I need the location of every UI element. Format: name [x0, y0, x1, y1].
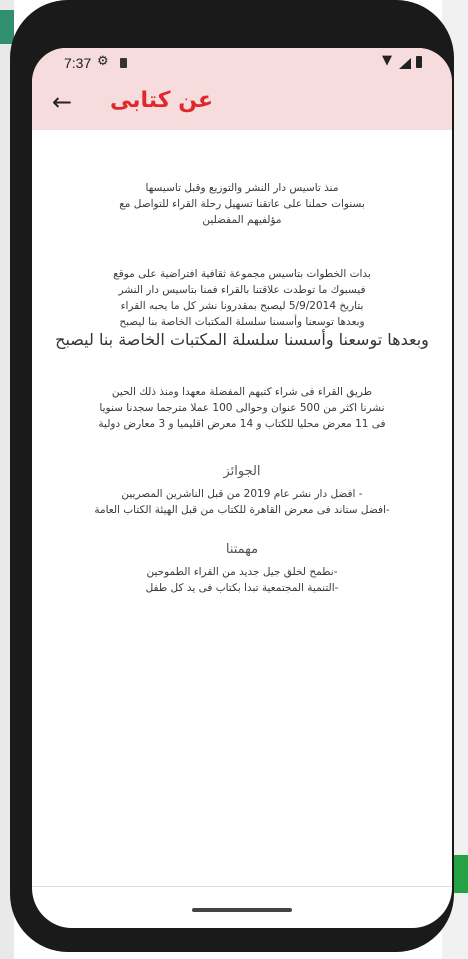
about-content: منذ تاسيس دار النشر والتوزيع وقبل تاسيسه…	[32, 130, 452, 890]
beginning-line: وبعدها توسعنا وأسسنا سلسلة المكتبات الخا…	[119, 316, 365, 328]
status-time: 7:37	[64, 55, 92, 71]
battery-icon	[416, 56, 422, 68]
wifi-icon: ▼	[382, 53, 392, 68]
page-title: عن كتابى	[110, 88, 214, 113]
award-item: -افضل ستاند فى معرض القاهرة للكتاب من قب…	[94, 504, 390, 516]
beginning-paragraph: بدات الخطوات بتاسيس مجموعة ثقافية افتراض…	[72, 266, 412, 330]
stats-paragraph: طريق القراء فى شراء كتبهم المفضلة معهدا …	[72, 384, 412, 432]
stats-line: نشرنا اكثر من 500 عنوان وحوالى 100 عملا …	[99, 402, 385, 414]
awards-list: - افضل دار نشر عام 2019 من قبل الناشرين …	[72, 486, 412, 518]
status-bar: 7:37 ⚙ ▼	[32, 48, 452, 78]
mission-item: -التنمية المجتمعية تبدا بكتاب فى يد كل ط…	[145, 582, 339, 594]
awards-heading: الجوائز	[223, 464, 261, 479]
bottom-divider	[32, 886, 452, 887]
gear-icon: ⚙	[97, 54, 109, 69]
stats-line: فى 11 معرض محليا للكتاب و 14 معرض اقليمي…	[98, 418, 386, 430]
award-item: - افضل دار نشر عام 2019 من قبل الناشرين …	[121, 488, 363, 500]
intro-line: مؤلفيهم المفضلين	[202, 214, 282, 226]
mission-list: -نطمح لخلق جيل جديد من القراء الطموحين -…	[72, 564, 412, 596]
intro-line: بسنوات حملنا على عاتقنا تسهيل رحلة القرا…	[119, 198, 365, 210]
intro-paragraph: منذ تاسيس دار النشر والتوزيع وقبل تاسيسه…	[72, 180, 412, 228]
signal-icon	[399, 58, 411, 69]
stats-line: طريق القراء فى شراء كتبهم المفضلة معهدا …	[111, 386, 373, 398]
phone-frame: 7:37 ⚙ ▼ ← عن كتابى منذ تاسيس دار النشر …	[10, 0, 454, 952]
highlight-text: وبعدها توسعنا وأسسنا سلسلة المكتبات الخا…	[55, 330, 429, 349]
gesture-bar[interactable]	[192, 908, 292, 912]
beginning-line: فيسبوك ما توطدت علاقتنا بالقراء فمنا بتا…	[118, 284, 366, 296]
beginning-line: بدات الخطوات بتاسيس مجموعة ثقافية افتراض…	[113, 268, 371, 280]
phone-screen: 7:37 ⚙ ▼ ← عن كتابى منذ تاسيس دار النشر …	[32, 48, 452, 928]
beginning-line: بتاريخ 5/9/2014 ليصبح بمقدرونا نشر كل ما…	[120, 300, 364, 312]
app-bar: ← عن كتابى	[32, 78, 452, 130]
back-arrow-icon[interactable]: ←	[52, 88, 72, 116]
mission-heading: مهمتنا	[225, 542, 259, 557]
intro-line: منذ تاسيس دار النشر والتوزيع وقبل تاسيسه…	[145, 182, 339, 194]
background-accent	[0, 10, 14, 44]
mission-item: -نطمح لخلق جيل جديد من القراء الطموحين	[146, 566, 338, 578]
sd-card-icon	[120, 58, 127, 68]
